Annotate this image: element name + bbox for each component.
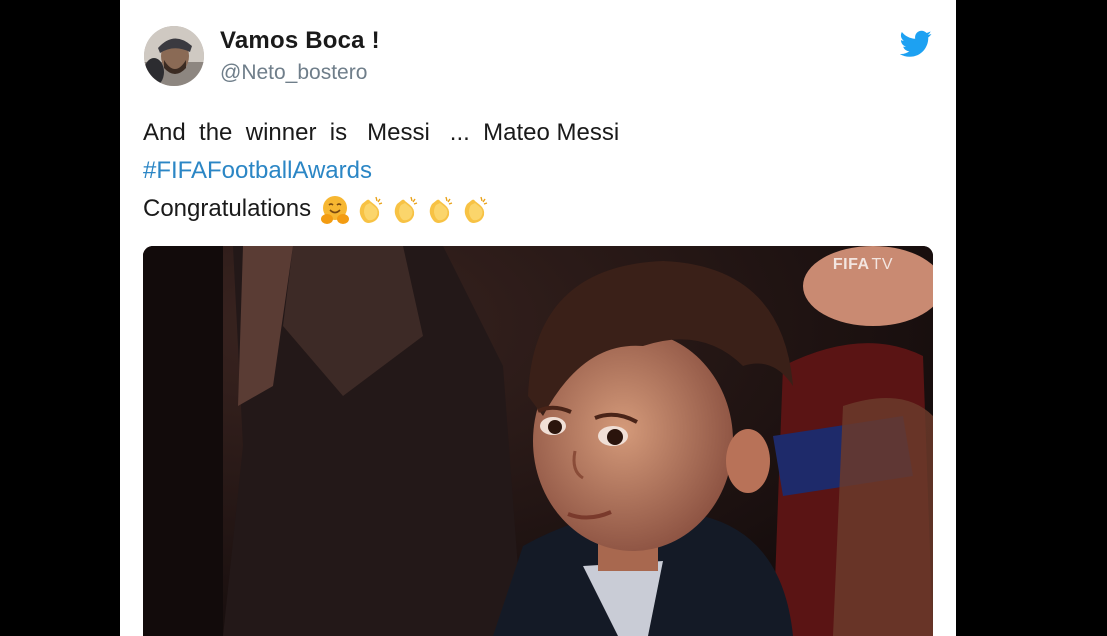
tweet-text: And the winner is Messi ... Mateo Messi … xyxy=(143,114,619,229)
video-frame-image xyxy=(143,246,933,636)
clapping-hands-emoji xyxy=(429,197,453,224)
watermark-suffix: TV xyxy=(871,256,893,273)
tweet-card: Vamos Boca ! @Neto_bostero And the winne… xyxy=(120,0,956,636)
clapping-hands-emoji xyxy=(464,197,488,224)
clapping-hands-emoji xyxy=(359,197,383,224)
clapping-hands-emoji xyxy=(394,197,418,224)
hashtag-link[interactable]: #FIFAFootballAwards xyxy=(143,157,372,184)
avatar-image xyxy=(144,26,204,86)
tweet-media-video[interactable]: FIFA TV xyxy=(143,246,933,636)
tweet-text-line-3: Congratulations xyxy=(143,195,312,222)
avatar[interactable] xyxy=(144,26,204,86)
screenshot-stage: Vamos Boca ! @Neto_bostero And the winne… xyxy=(0,0,1107,636)
twitter-bird-icon[interactable] xyxy=(900,30,932,58)
hugging-face-emoji xyxy=(321,196,350,225)
emoji-row xyxy=(319,191,494,229)
tweet-text-line-1: And the winner is Messi ... Mateo Messi xyxy=(143,119,620,146)
fifa-tv-watermark: FIFA TV xyxy=(833,256,893,274)
user-handle[interactable]: @Neto_bostero xyxy=(220,61,367,85)
display-name[interactable]: Vamos Boca ! xyxy=(220,27,380,55)
watermark-brand: FIFA xyxy=(832,256,870,273)
